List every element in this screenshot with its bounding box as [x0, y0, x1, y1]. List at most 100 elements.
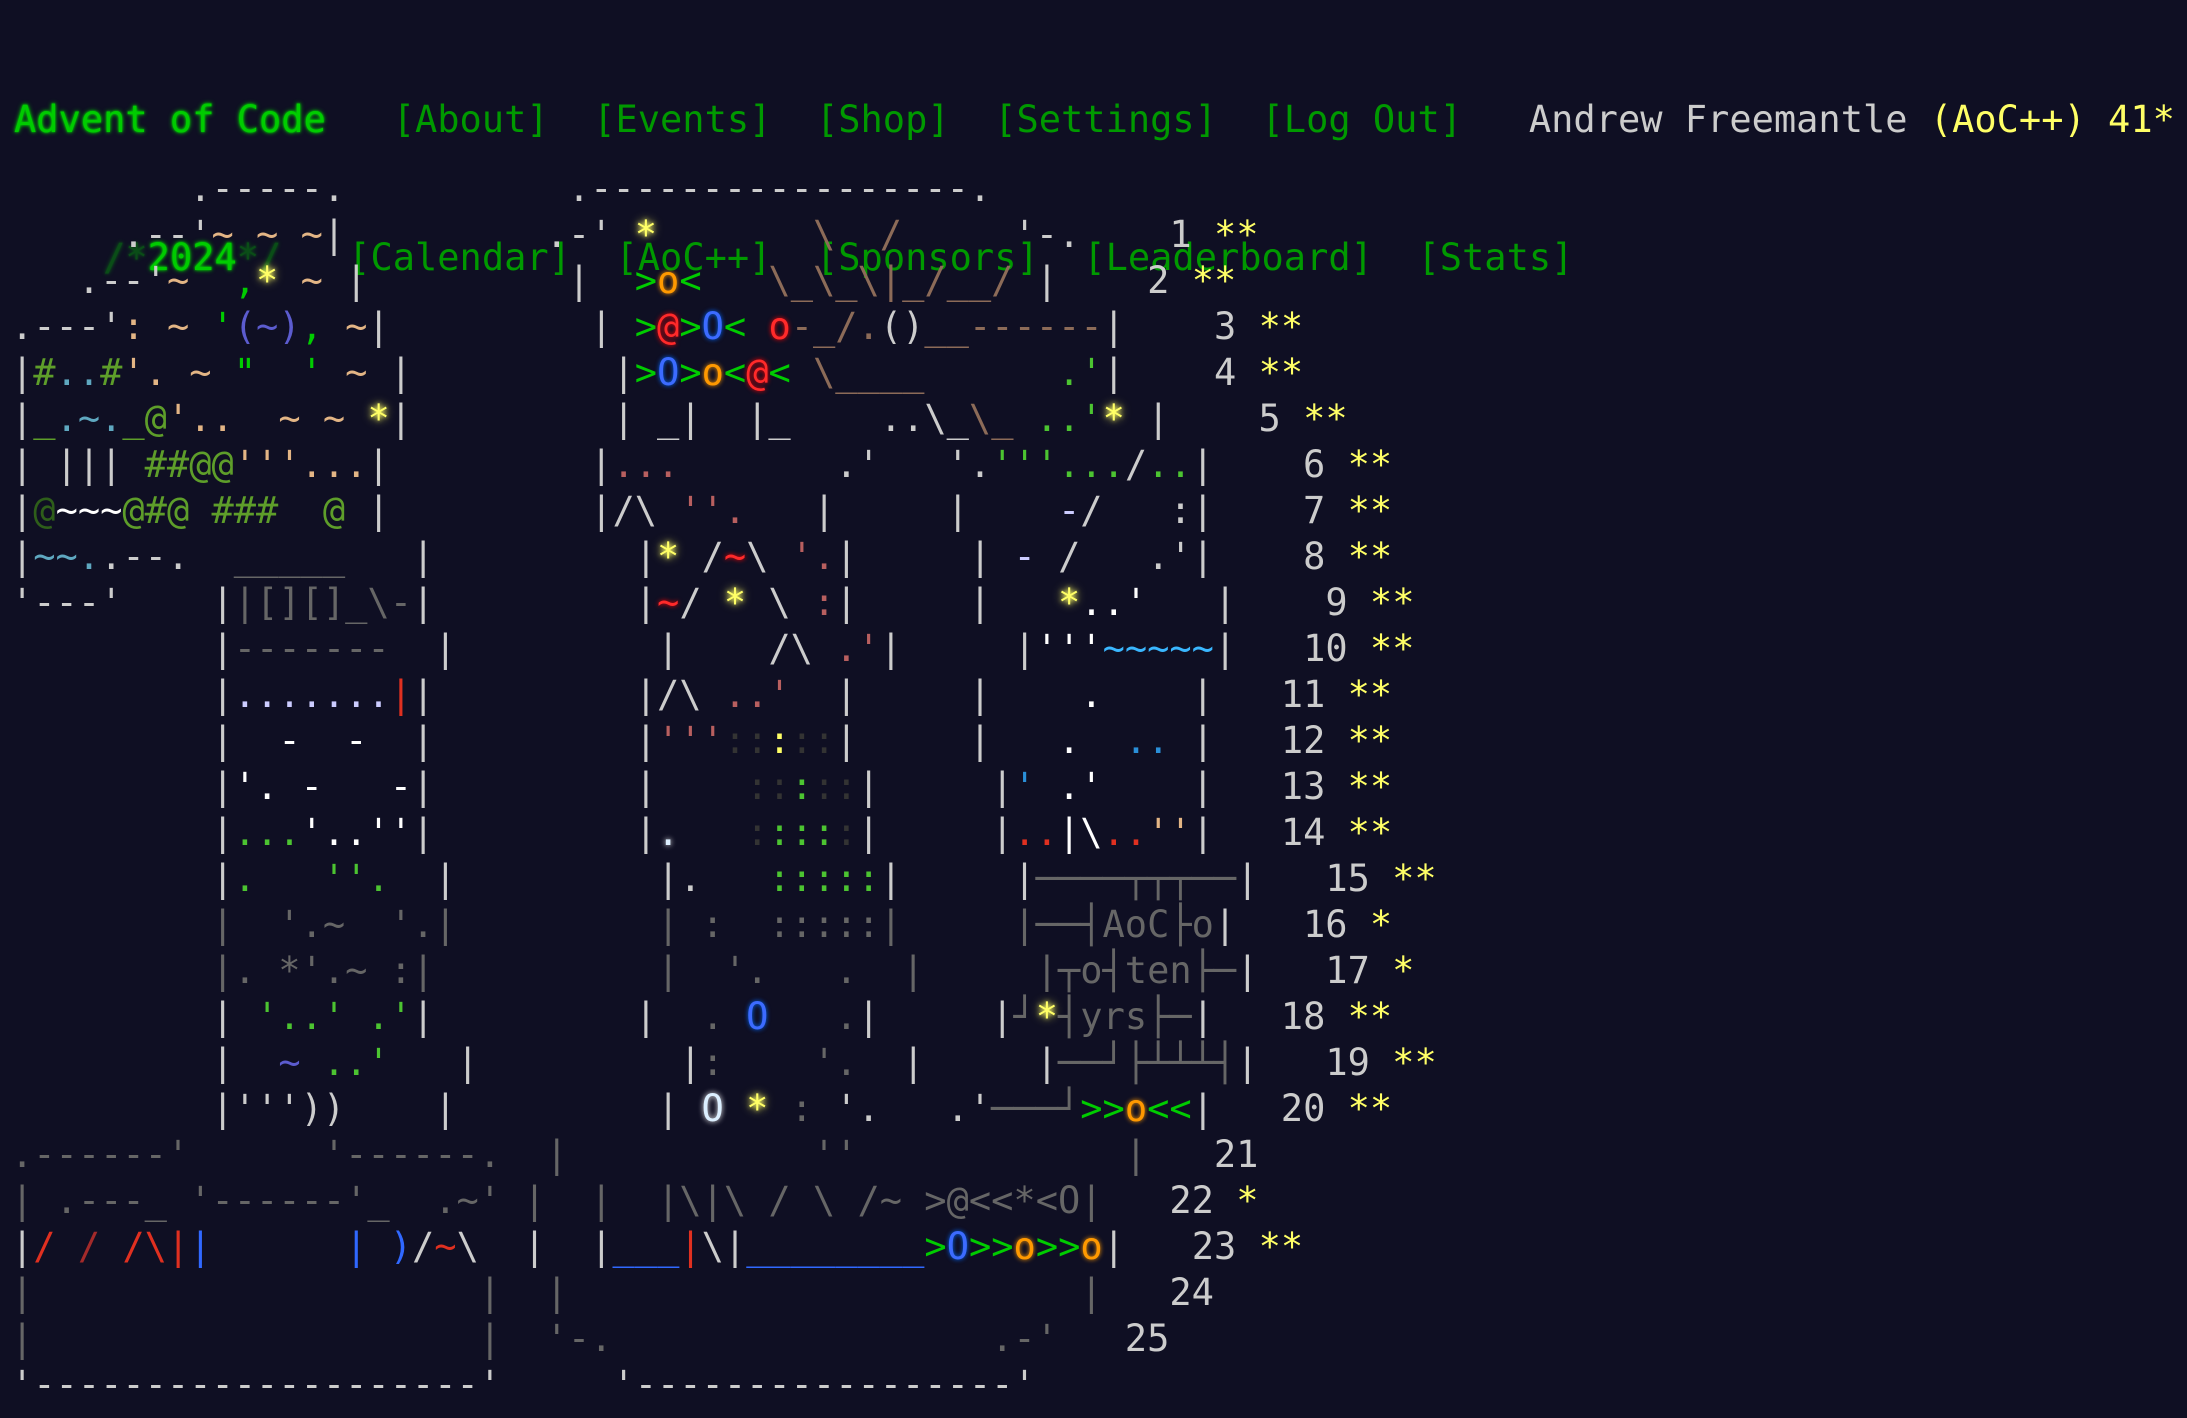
ascii-segment: : — [790, 765, 813, 808]
calendar-day-22[interactable]: | .---_ '------'_ .~' | | |\|\ / \ /~ >@… — [11, 1178, 1437, 1224]
ascii-segment: | — [11, 1225, 34, 1268]
ascii-segment: | | — [835, 535, 1014, 578]
ascii-segment: | — [11, 673, 234, 716]
ascii-segment: / — [1124, 443, 1148, 486]
ascii-segment: : — [768, 1087, 813, 1130]
ascii-segment: '. .' — [812, 1087, 992, 1130]
ascii-segment: /\| — [100, 1225, 190, 1268]
ascii-art: .------' '------. | '' | — [11, 1133, 1214, 1176]
supporter-badge[interactable]: (AoC++) — [1930, 98, 2086, 141]
ascii-segment: ... — [233, 811, 301, 854]
ascii-art: | ||| ##@@'''...| |... .' '.'''.../..| — [11, 443, 1281, 486]
day-stars: ** — [1258, 1225, 1304, 1268]
nav-log-out[interactable]: [Log Out] — [1262, 98, 1462, 141]
ascii-segment: @ — [33, 489, 56, 532]
calendar-day-17[interactable]: |. *'.~ :| | '. . | |┬o┤ten├─| 17 * — [11, 948, 1437, 994]
calendar-day-11[interactable]: |.......|| |/\ ..' | | . | 11 ** — [11, 672, 1437, 718]
ascii-segment: . — [768, 995, 858, 1038]
calendar-day-18[interactable]: | '..' .'| | . O .| |┘*┤yrs├─| 18 ** — [11, 994, 1437, 1040]
ascii-segment: / :| — [1080, 489, 1281, 532]
ascii-segment: ~ — [723, 535, 747, 578]
ascii-segment: .---' — [11, 305, 123, 348]
ascii-segment: | — [389, 673, 412, 716]
ascii-segment: | — [1102, 305, 1192, 348]
calendar-day-8[interactable]: |~~..--. _____ | |* /~\ '.| | - / .'| 8 … — [11, 534, 1437, 580]
ascii-art: .--'~ ,* ~ | | >o< \_\_\|_/__/ | — [11, 259, 1125, 302]
nav-about[interactable]: [About] — [393, 98, 549, 141]
ascii-segment: ~~~ — [55, 489, 123, 532]
nav-stats[interactable]: [Stats] — [1417, 236, 1573, 279]
ascii-segment: | — [189, 1225, 212, 1268]
ascii-segment: . ''. — [233, 857, 435, 900]
ascii-segment: |''')) | | — [11, 1087, 680, 1130]
calendar-day-15[interactable]: |. ''. | |. :::::| |────┬┬┬──| 15 ** — [11, 856, 1437, 902]
ascii-segment: > — [634, 259, 658, 302]
ascii-segment: '' — [1147, 811, 1192, 854]
calendar-day-4[interactable]: |#..#'. ~ " ' ~ | |>O>o<@< \____ .'| 4 *… — [11, 350, 1437, 396]
calendar-day-3[interactable]: .---': ~ '(~), ~| | >@>O< o-_/.()__-----… — [11, 304, 1437, 350]
calendar-day-16[interactable]: | '.~ '.| | : :::::| |──┤AoC├o| 16 * — [11, 902, 1437, 948]
ascii-segment: | — [1236, 857, 1326, 900]
calendar-day-1[interactable]: .--'~ ~ ~| .-' * \ / '-. 1 ** — [11, 212, 1437, 258]
calendar-day-6[interactable]: | ||| ##@@'''...| |... .' '.'''.../..| 6… — [11, 442, 1437, 488]
nav-settings[interactable]: [Settings] — [994, 98, 1217, 141]
ascii-segment: | — [1236, 949, 1326, 992]
ascii-art: |''')) | | O * : '. .'───┘>>o<<| — [11, 1087, 1281, 1130]
ascii-segment — [212, 1225, 346, 1268]
ascii-art: |~~..--. _____ | |* /~\ '.| | - / .'| — [11, 535, 1281, 578]
ascii-segment: ~~ — [33, 535, 78, 578]
calendar-day-24[interactable]: | | | | 24 — [11, 1270, 1437, 1316]
site-title[interactable]: Advent of Code — [14, 97, 326, 143]
ascii-segment: | — [1213, 627, 1304, 670]
ascii-segment: << — [1147, 1087, 1192, 1130]
ascii-segment: | — [11, 535, 34, 578]
ascii-segment: . — [701, 995, 747, 1038]
calendar-day-7[interactable]: |@~~~@#@ ### @ | |/\ ''. | | -/ :| 7 ** — [11, 488, 1437, 534]
ascii-segment: ..' — [300, 1041, 390, 1084]
ascii-segment: < — [723, 305, 747, 348]
ascii-segment: | — [11, 995, 234, 1038]
ascii-segment: | — [11, 627, 234, 670]
ascii-segment: .' — [1035, 765, 1103, 808]
user-name: Andrew Freemantle — [1528, 98, 1908, 141]
calendar-day-2[interactable]: .--'~ ,* ~ | | >o< \_\_\|_/__/ | 2 ** — [11, 258, 1437, 304]
calendar-day-9[interactable]: '---' ||[][]_\-| |~/ * \ :| | *..' | 9 *… — [11, 580, 1437, 626]
calendar-day-19[interactable]: | ~ ..' | |: '. | |──┘├┴┴┴┤| 19 ** — [11, 1040, 1436, 1086]
ascii-segment: \ / — [657, 213, 1014, 256]
ascii-segment: .. — [1013, 811, 1059, 854]
nav-events[interactable]: [Events] — [593, 98, 771, 141]
calendar-day-5[interactable]: |_.~._@'.. ~ ~ *| | _| |_ ..\_\_ ..'* | … — [11, 396, 1437, 442]
ascii-segment: | — [679, 1225, 702, 1268]
nav-shop[interactable]: [Shop] — [816, 98, 950, 141]
calendar-day-25[interactable]: | | '-. .-' 25 — [11, 1316, 1437, 1362]
calendar-day-13[interactable]: |'. - -| | :::::| |' .' | 13 ** — [11, 764, 1437, 810]
calendar-day-14[interactable]: |...'..''| |. :::::| |..|\..''| 14 ** — [11, 810, 1437, 856]
ascii-segment: : — [768, 719, 791, 762]
ascii-segment: | — [11, 719, 234, 762]
ascii-segment: O — [657, 351, 680, 394]
day-number: 25 — [1124, 1317, 1170, 1360]
day-number: 20 — [1280, 1087, 1326, 1130]
ascii-segment: \_ — [968, 397, 1014, 440]
ascii-segment: .--' — [11, 213, 212, 256]
ascii-segment: * — [657, 535, 680, 578]
ascii-segment: ┘ — [1013, 995, 1036, 1038]
day-stars: ** — [1347, 535, 1393, 578]
ascii-segment: : '. — [701, 1041, 903, 1084]
calendar-day-10[interactable]: |------- | | /\ .'| |'''~~~~~| 10 ** — [11, 626, 1437, 672]
ascii-segment: . — [1058, 719, 1081, 762]
ascii-segment: , — [300, 305, 346, 348]
calendar-day-20[interactable]: |''')) | | O * : '. .'───┘>>o<<| 20 ** — [11, 1086, 1437, 1132]
day-stars: ** — [1347, 443, 1393, 486]
ascii-segment: | — [1102, 1225, 1192, 1268]
calendar-day-23[interactable]: |/ / /\|| | )/~\ | |___|\|________>O>>o>… — [11, 1224, 1437, 1270]
ascii-segment: .. — [55, 351, 101, 394]
ascii-segment: ~ — [77, 397, 101, 440]
ascii-segment: : — [746, 811, 769, 854]
star-count: 41* — [2108, 98, 2175, 141]
calendar-day-12[interactable]: | - - | |''':::::| | . .. | 12 ** — [11, 718, 1437, 764]
ascii-segment: / — [679, 535, 724, 578]
ascii-segment: o — [657, 259, 680, 302]
calendar-day-21[interactable]: .------' '------. | '' | 21 — [11, 1132, 1437, 1178]
ascii-segment: \ — [746, 581, 813, 624]
